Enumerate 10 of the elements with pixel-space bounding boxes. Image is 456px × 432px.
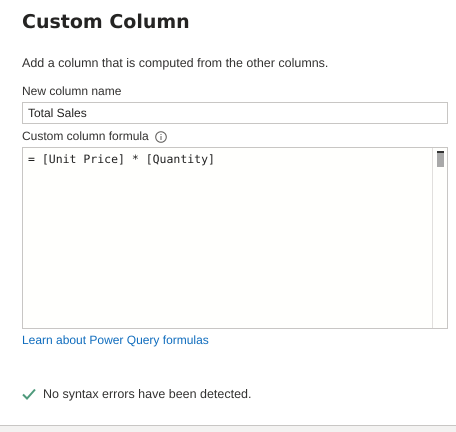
help-link[interactable]: Learn about Power Query formulas <box>22 333 209 347</box>
field-label: New column name <box>22 84 122 99</box>
dialog-title: Custom Column <box>22 10 191 35</box>
status-message: No syntax errors have been detected. <box>43 387 252 401</box>
info-icon[interactable] <box>154 130 167 142</box>
description: Add a column that is computed from the other columns. <box>22 56 330 70</box>
scrollbar-thumb[interactable] <box>436 151 444 167</box>
field-label: Custom column formula <box>22 129 149 144</box>
formula-editor[interactable]: = [Unit Price] * [Quantity] <box>22 147 448 329</box>
column-name-field[interactable]: Total Sales <box>22 102 448 124</box>
